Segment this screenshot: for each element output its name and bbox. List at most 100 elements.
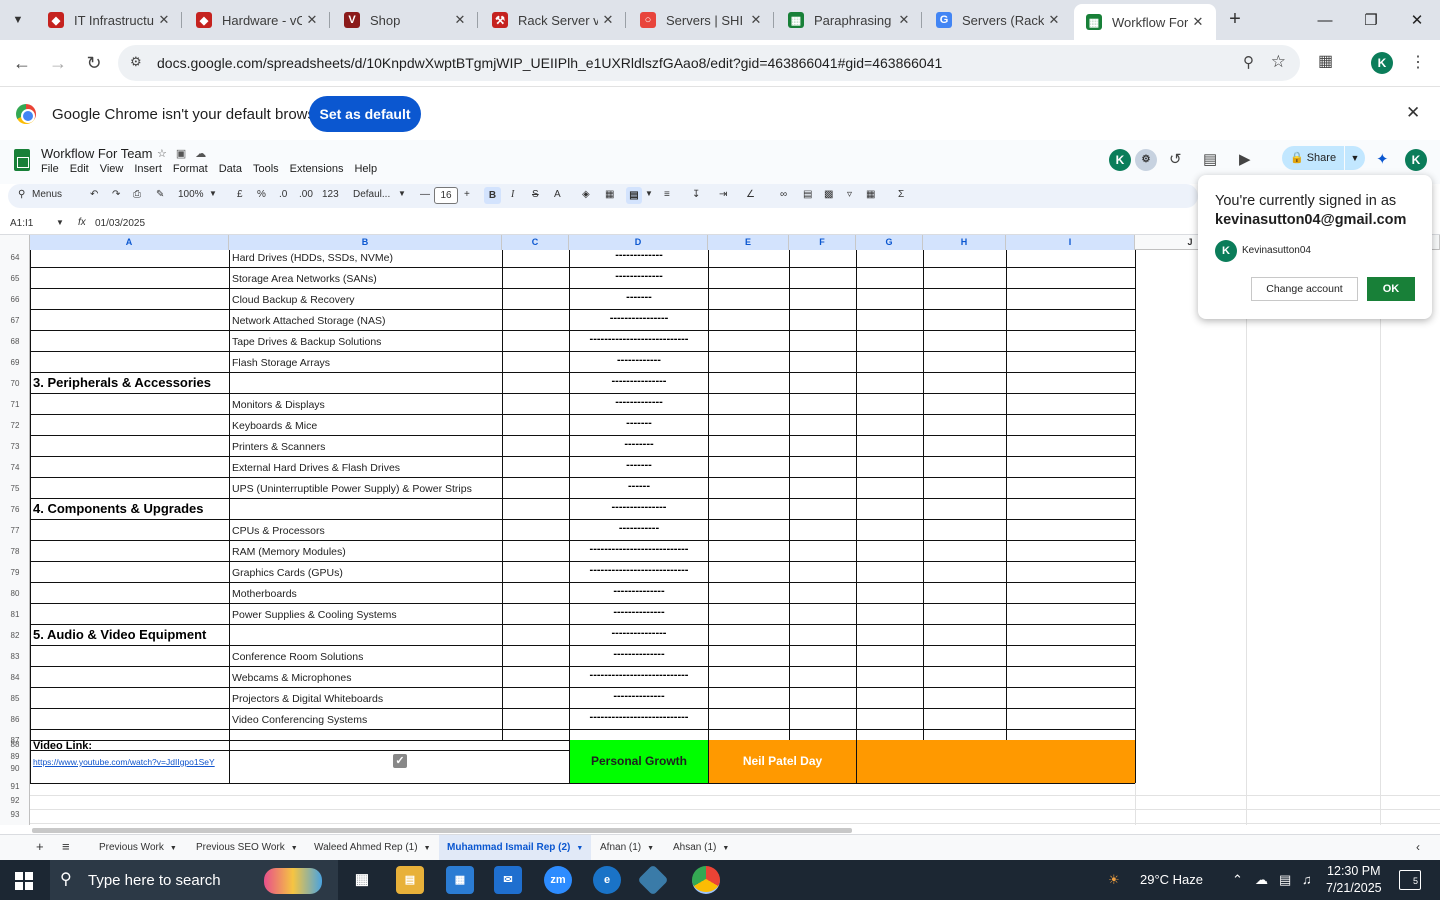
sheet-tab-dropdown-icon[interactable]: ▼ [576,845,583,852]
italic-icon[interactable]: I [511,189,514,200]
orange-fill-cells[interactable] [857,740,1135,783]
dash-cell[interactable]: ------- [570,459,708,471]
decrease-decimal[interactable]: .0 [279,189,287,200]
dash-cell[interactable]: --------------- [570,375,708,387]
horizontal-align-icon[interactable]: ≡ [664,189,670,200]
move-folder-icon[interactable]: ▣ [176,148,195,160]
meet-icon[interactable]: ▶ [1239,150,1251,168]
dash-cell[interactable]: ------------- [570,396,708,408]
tab-close-icon[interactable]: ✕ [746,12,766,28]
chrome-profile-avatar[interactable]: K [1371,52,1393,74]
account-avatar[interactable]: K [1405,149,1427,171]
increase-decimal[interactable]: .00 [299,189,313,200]
gemini-spark-icon[interactable]: ✦ [1376,150,1389,168]
menu-tools[interactable]: Tools [253,163,279,175]
tab-close-icon[interactable]: ✕ [1044,12,1064,28]
dash-cell[interactable]: ----------- [570,522,708,534]
tab-close-icon[interactable]: ✕ [154,12,174,28]
dash-cell[interactable]: ------ [570,480,708,492]
onedrive-icon[interactable]: ☁ [1255,872,1268,888]
forward-icon[interactable]: → [44,50,72,76]
sheet-tab-dropdown-icon[interactable]: ▼ [291,845,298,852]
menu-insert[interactable]: Insert [134,163,162,175]
add-sheet-icon[interactable]: + [36,839,44,854]
dash-cell[interactable]: --------------------------- [570,543,708,555]
row-number[interactable]: 88 [0,740,30,749]
sheets-logo-icon[interactable] [14,149,30,171]
row-number[interactable]: 70 [0,379,30,388]
formula-input[interactable]: 01/03/2025 [95,218,145,229]
row-number[interactable]: 78 [0,547,30,556]
sheet-tab-dropdown-icon[interactable]: ▼ [722,845,729,852]
dash-cell[interactable]: -------- [570,438,708,450]
dash-cell[interactable]: --------------- [570,501,708,513]
column-header-g[interactable]: G [856,235,923,250]
system-clock[interactable]: 12:30 PM 7/21/2025 [1326,863,1382,897]
item-cell[interactable]: Motherboards [232,588,297,600]
item-cell[interactable]: CPUs & Processors [232,525,325,537]
search-menus-label[interactable]: Menus [32,189,62,200]
menu-file[interactable]: File [41,163,59,175]
item-cell[interactable]: Conference Room Solutions [232,651,363,663]
dash-cell[interactable]: -------------- [570,690,708,702]
font-dropdown-icon[interactable]: ▼ [398,189,406,198]
menu-view[interactable]: View [100,163,124,175]
dash-cell[interactable]: -------------- [570,585,708,597]
sheet-tab[interactable]: Previous Work ▼ [99,842,177,853]
row-number[interactable]: 66 [0,295,30,304]
select-all-corner[interactable] [0,235,30,250]
dash-cell[interactable]: -------------- [570,648,708,660]
row-number[interactable]: 75 [0,484,30,493]
item-cell[interactable]: Network Attached Storage (NAS) [232,315,386,327]
url-text[interactable]: docs.google.com/spreadsheets/d/10KnpdwXw… [157,55,942,71]
change-account-button[interactable]: Change account [1251,277,1358,301]
dash-cell[interactable]: --------------------------- [570,564,708,576]
sheet-nav-left-icon[interactable]: ‹ [1416,840,1420,854]
restore-icon[interactable]: ❐ [1348,0,1394,40]
site-info-icon[interactable]: ⚙ [130,54,142,70]
zoom-app-icon[interactable]: zm [544,866,572,894]
section-heading[interactable]: 3. Peripherals & Accessories [33,375,211,390]
merge-cells-icon[interactable]: ▤ [626,187,642,204]
column-header-b[interactable]: B [229,235,502,250]
browser-tab[interactable]: ◆ IT Infrastructure✕ [36,0,182,40]
browser-tab[interactable]: V Shop ✕ [332,0,478,40]
insert-comment-icon[interactable]: ▤ [803,189,812,200]
sheet-tab[interactable]: Afnan (1) ▼ [600,842,654,853]
item-cell[interactable]: Storage Area Networks (SANs) [232,273,377,285]
vertical-align-icon[interactable]: ↧ [692,189,700,200]
search-menus-icon[interactable]: ⚲ [18,189,25,200]
weather-text[interactable]: 29°C Haze [1140,872,1203,887]
tab-close-icon[interactable]: ✕ [1188,14,1208,30]
dash-cell[interactable]: --------------- [570,627,708,639]
item-cell[interactable]: Video Conferencing Systems [232,714,367,726]
ok-button[interactable]: OK [1367,277,1415,301]
weather-icon[interactable]: ☀ [1108,872,1120,888]
row-number[interactable]: 93 [0,810,30,819]
taskbar-search-box[interactable]: ⚲ Type here to search [50,860,338,900]
filter-icon[interactable]: ▿ [847,189,852,200]
new-tab-button[interactable]: + [1222,8,1248,32]
tab-close-icon[interactable]: ✕ [302,12,322,28]
item-cell[interactable]: Power Supplies & Cooling Systems [232,609,397,621]
menu-extensions[interactable]: Extensions [290,163,344,175]
font-size-increase-icon[interactable]: + [464,189,470,200]
dash-cell[interactable]: --------------------------- [570,711,708,723]
item-cell[interactable]: External Hard Drives & Flash Drives [232,462,400,474]
zoom-select[interactable]: 100% [178,189,204,200]
column-header-c[interactable]: C [502,235,569,250]
mail-icon[interactable]: ✉ [494,866,522,894]
spreadsheet-grid[interactable]: ABCDEFGHIJ 64 65 66 67 68 69 70 71 72 73 74 75 76 77 7… [0,235,1440,825]
section-heading[interactable]: 5. Audio & Video Equipment [33,627,206,642]
tab-close-icon[interactable]: ✕ [598,12,618,28]
share-button[interactable]: 🔒 Share [1282,146,1344,170]
print-icon[interactable]: ⎙ [133,189,141,200]
undo-icon[interactable]: ↶ [90,189,98,200]
personal-growth-cell[interactable]: Personal Growth [570,740,708,783]
column-header-a[interactable]: A [30,235,229,250]
browser-tab[interactable]: ◆ Hardware - vC ✕ [184,0,330,40]
minimize-icon[interactable]: — [1302,0,1348,40]
font-size-decrease-icon[interactable]: — [420,189,430,200]
fill-color-icon[interactable]: ◈ [582,189,590,200]
paint-format-icon[interactable]: ✎ [156,189,164,200]
